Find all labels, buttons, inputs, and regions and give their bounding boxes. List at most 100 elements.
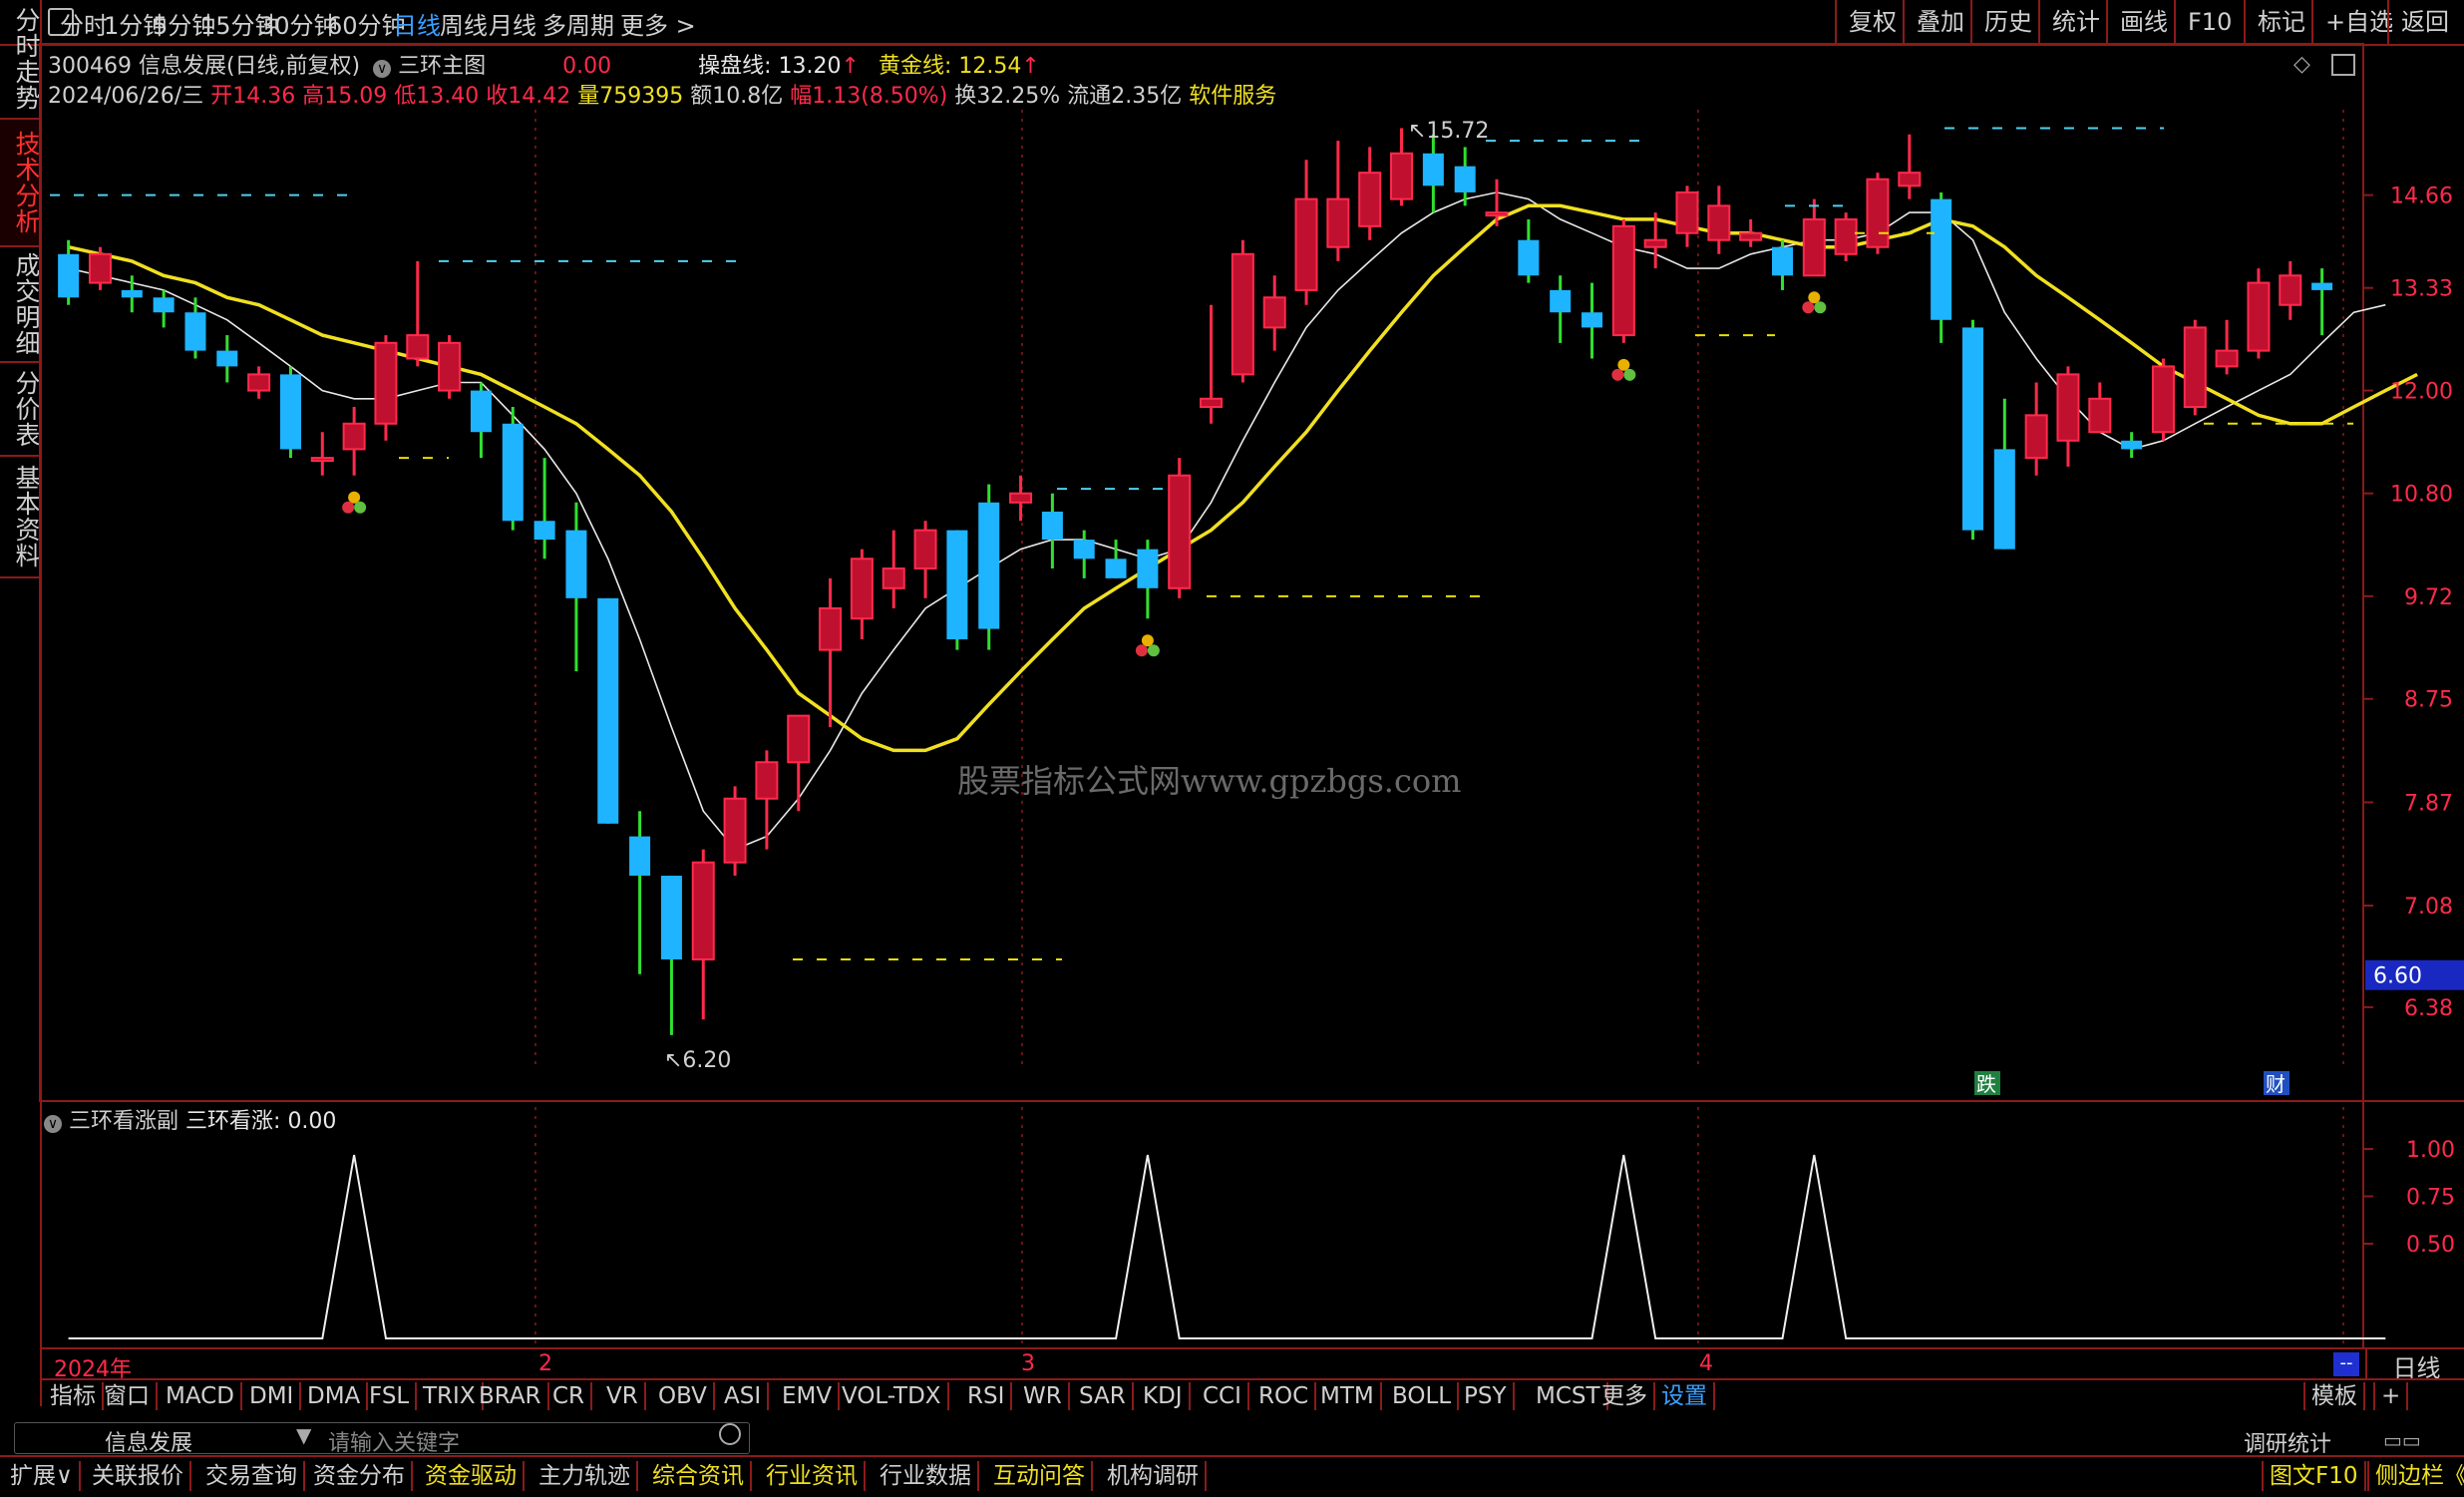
sub-dropdown-icon[interactable]: ∨ (44, 1115, 62, 1133)
candle (2088, 382, 2112, 434)
candle (406, 260, 430, 367)
indicator-tab[interactable]: OBV (652, 1382, 715, 1410)
candle (1422, 134, 1444, 213)
candle-body-up (1898, 172, 1922, 187)
bottom-tab[interactable]: 互动问答 (987, 1461, 1093, 1491)
candle (374, 335, 398, 441)
candle-body-down (1041, 511, 1063, 541)
candle (723, 786, 747, 877)
bottom-right-button[interactable]: 图文F10 (2262, 1461, 2366, 1491)
indicator-tab[interactable]: CCI (1197, 1382, 1249, 1410)
indicator-tab[interactable]: 指标 (44, 1382, 104, 1410)
bottom-tab[interactable]: 行业资讯 (760, 1461, 866, 1491)
candle-body-up (819, 606, 843, 651)
indicator-tab[interactable]: WR (1017, 1382, 1070, 1410)
signal-line (68, 1154, 2386, 1339)
candle (2279, 260, 2302, 320)
indicator-right-button[interactable]: + (2373, 1382, 2409, 1410)
candle (1518, 218, 1540, 283)
bottom-tab-bar: 扩展∨ 关联报价 交易查询 资金分布 资金驱动 主力轨迹 综合资讯 行业资讯 行业数据 互动问答机… (0, 1455, 2464, 1497)
indicator-tab[interactable]: CR (546, 1382, 593, 1410)
bottom-tab[interactable]: 行业数据 (874, 1461, 979, 1491)
candle (1294, 160, 1318, 305)
candle-body-up (1390, 152, 1414, 200)
indicator-tab[interactable]: RSI (961, 1382, 1013, 1410)
indicator-tab[interactable]: 窗口 (98, 1382, 158, 1410)
indicator-tab[interactable]: ROC (1252, 1382, 1317, 1410)
candle-body-up (1834, 217, 1858, 255)
indicator-tab[interactable]: PSY (1458, 1382, 1515, 1410)
candle (1739, 218, 1763, 247)
indicator-tab[interactable]: KDJ (1137, 1382, 1191, 1410)
candle-body-up (1707, 204, 1731, 241)
search-input[interactable]: 请输入关键字 (328, 1425, 460, 1457)
candle (1834, 212, 1858, 261)
candle-body-down (1771, 246, 1794, 276)
indicator-tab[interactable]: BRAR (473, 1382, 549, 1410)
bottom-right-button[interactable]: 侧边栏《 (2367, 1461, 2464, 1491)
indicator-tab[interactable]: VR (600, 1382, 646, 1410)
candle-body-up (1643, 238, 1667, 248)
indicator-tab[interactable]: 设置 (1655, 1382, 1715, 1410)
indicator-tab[interactable]: BOLL (1386, 1382, 1460, 1410)
research-stats-label[interactable]: 调研统计 (2244, 1426, 2331, 1458)
period-label[interactable]: 日线 (2365, 1348, 2464, 1382)
candle-body-down (1993, 449, 2015, 550)
bottom-tab[interactable]: 机构调研 (1101, 1461, 1207, 1491)
search-stock-name: 信息发展 (105, 1431, 193, 1456)
bottom-tab[interactable]: 资金分布 (307, 1461, 413, 1491)
candle (1485, 179, 1509, 226)
grid-icon[interactable]: ▭▭ (2383, 1428, 2421, 1452)
sub-tick-label: 0.50 (2406, 1233, 2455, 1258)
sub-panel-title[interactable]: 三环看涨副 (69, 1109, 178, 1134)
indicator-tab[interactable]: EMV (776, 1382, 841, 1410)
bottom-tab[interactable]: 资金驱动 (419, 1461, 525, 1491)
kline-chart[interactable]: 14.66 13.33 12.00 10.80 9.72 8.75 7.87 7.08 6.38… (0, 0, 2464, 1495)
indicator-tab[interactable]: MACD (160, 1382, 242, 1410)
sub-tick-label: 0.75 (2406, 1186, 2455, 1211)
event-badge-label: 财 (2266, 1072, 2286, 1096)
candle (1866, 173, 1890, 254)
bottom-tab[interactable]: 扩展∨ (4, 1461, 81, 1491)
candle-body-up (723, 797, 747, 864)
candle-body-up (2215, 349, 2239, 368)
candle (2311, 268, 2333, 336)
candle (1262, 275, 1286, 351)
indicator-tab[interactable]: DMA (301, 1382, 369, 1410)
candle-body-down (1582, 312, 1603, 328)
candle (1137, 540, 1159, 619)
bottom-tab[interactable]: 综合资讯 (646, 1461, 752, 1491)
candle-body-down (279, 374, 301, 450)
indicator-tab[interactable]: DMI (243, 1382, 302, 1410)
candle (850, 549, 874, 640)
candle (819, 577, 843, 728)
indicator-tab[interactable]: ASI (718, 1382, 770, 1410)
candle (1993, 398, 2015, 550)
indicator-tab[interactable]: SAR (1073, 1382, 1134, 1410)
candle (1231, 239, 1254, 383)
candle-body-down (1961, 327, 1983, 531)
candle (2247, 268, 2271, 359)
bottom-tab[interactable]: 交易查询 (199, 1461, 305, 1491)
indicator-tab[interactable]: FSL (363, 1382, 418, 1410)
candle (310, 432, 334, 476)
indicator-tab[interactable]: 更多 (1595, 1382, 1655, 1410)
candle-body-up (1294, 197, 1318, 291)
candle-body-down (1550, 289, 1572, 313)
candle (533, 458, 555, 560)
candle-body-up (1168, 474, 1192, 589)
candle (629, 811, 651, 974)
bottom-tab[interactable]: 主力轨迹 (532, 1461, 638, 1491)
main-frame (39, 43, 2364, 1102)
end-marker[interactable]: -- (2333, 1352, 2359, 1376)
indicator-right-button[interactable]: 模板 (2303, 1382, 2365, 1410)
indicator-tab[interactable]: VOL-TDX (836, 1382, 949, 1410)
search-icon[interactable] (719, 1423, 741, 1445)
candle (1675, 186, 1699, 247)
indicator-tab[interactable]: MTM (1314, 1382, 1382, 1410)
dropdown-triangle-icon[interactable]: ▼ (296, 1423, 311, 1447)
search-box[interactable]: 信息发展 ▼ 请输入关键字 (14, 1422, 750, 1457)
candle-body-down (121, 289, 143, 298)
bottom-tab[interactable]: 关联报价 (86, 1461, 191, 1491)
candle (1200, 304, 1224, 424)
